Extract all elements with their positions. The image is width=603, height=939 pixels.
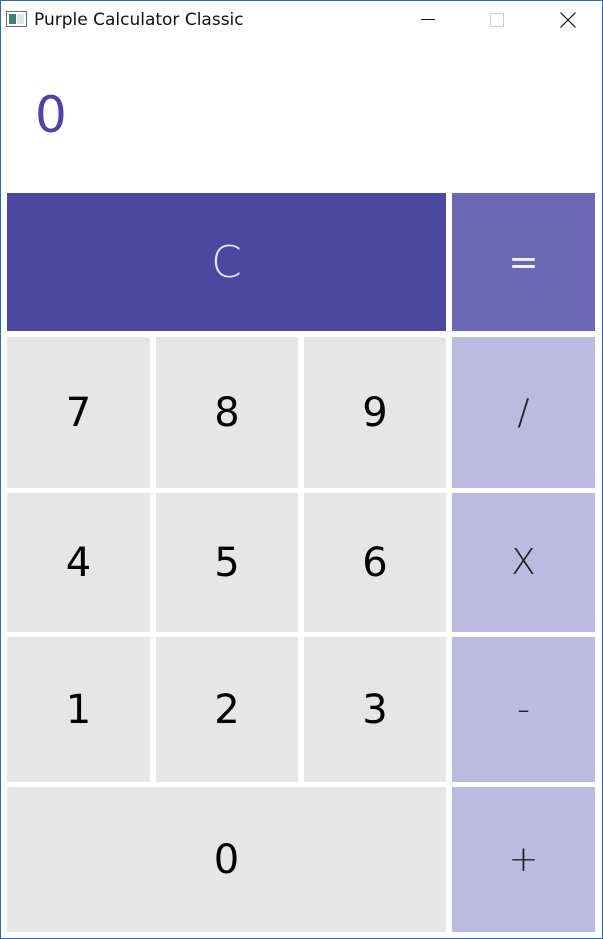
calculator-window: Purple Calculator Classic 0 C = 7 8 9 / …: [0, 0, 603, 939]
digit-7-button[interactable]: 7: [7, 337, 150, 488]
display-value: 0: [35, 86, 67, 144]
equals-button[interactable]: =: [452, 193, 595, 331]
minimize-icon: [421, 19, 435, 20]
digit-5-button[interactable]: 5: [156, 493, 298, 632]
window-title: Purple Calculator Classic: [34, 10, 244, 30]
app-window-icon: [6, 11, 27, 27]
digit-2-button[interactable]: 2: [156, 637, 298, 782]
result-display: 0: [2, 39, 602, 189]
digit-4-button[interactable]: 4: [7, 493, 150, 632]
clear-button[interactable]: C: [7, 193, 446, 331]
digit-3-button[interactable]: 3: [304, 637, 446, 782]
divide-button[interactable]: /: [452, 337, 595, 488]
subtract-button[interactable]: -: [452, 637, 595, 782]
digit-9-button[interactable]: 9: [304, 337, 446, 488]
multiply-button[interactable]: X: [452, 493, 595, 632]
minimize-button[interactable]: [405, 1, 451, 39]
digit-6-button[interactable]: 6: [304, 493, 446, 632]
title-bar[interactable]: Purple Calculator Classic: [1, 1, 602, 39]
digit-8-button[interactable]: 8: [156, 337, 298, 488]
digit-0-button[interactable]: 0: [7, 787, 446, 932]
close-button[interactable]: [545, 1, 591, 39]
close-icon: [560, 12, 576, 28]
maximize-icon: [490, 13, 504, 27]
digit-1-button[interactable]: 1: [7, 637, 150, 782]
maximize-button[interactable]: [474, 1, 520, 39]
add-button[interactable]: +: [452, 787, 595, 932]
